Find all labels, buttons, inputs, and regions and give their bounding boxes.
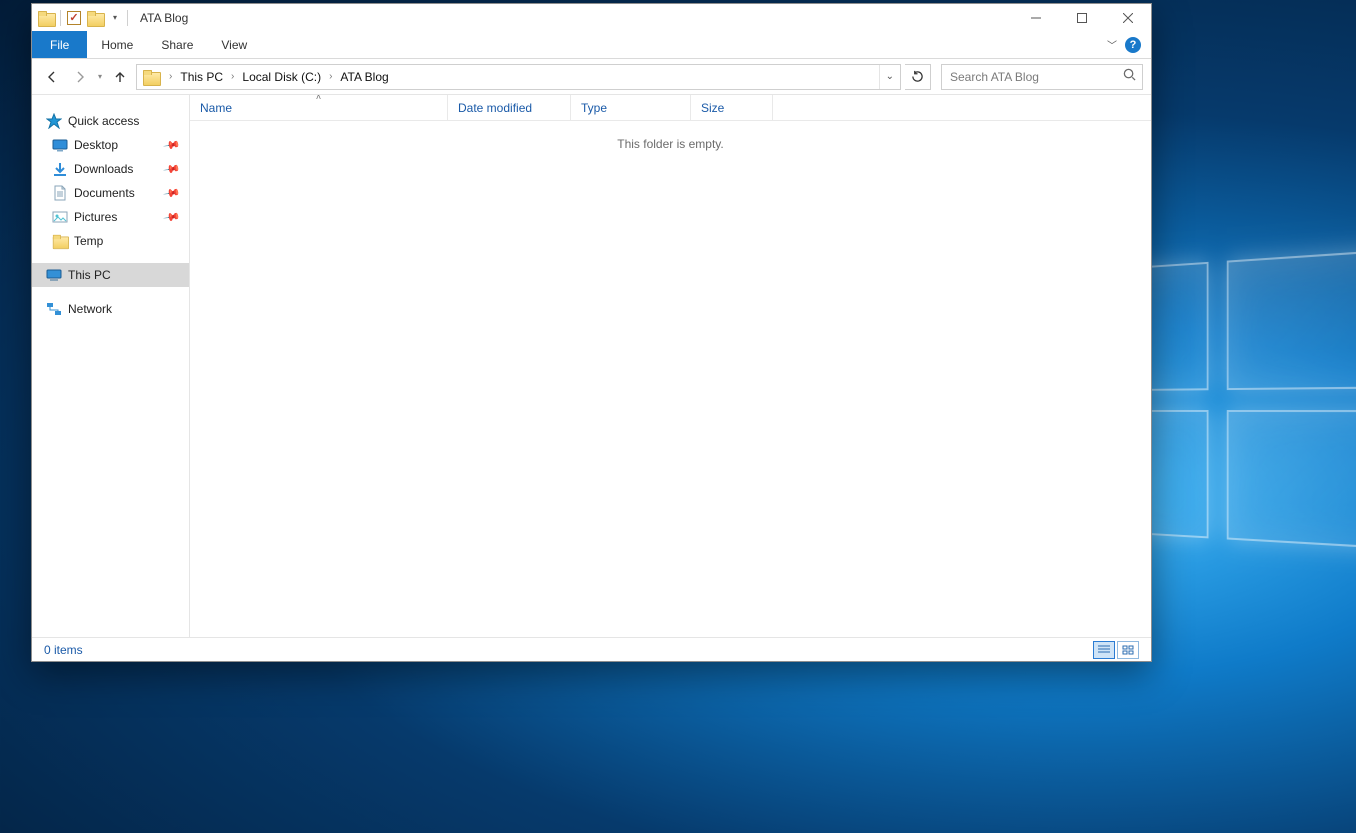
empty-folder-message: This folder is empty. (190, 121, 1151, 151)
sidebar-item-label: Desktop (74, 138, 118, 152)
refresh-button[interactable] (905, 64, 931, 90)
pin-icon: 📌 (163, 208, 182, 227)
document-icon (52, 185, 68, 201)
sidebar-item-temp[interactable]: Temp (32, 229, 189, 253)
separator (127, 10, 128, 26)
window-title: ATA Blog (134, 11, 188, 25)
network-icon (46, 301, 62, 317)
folder-icon (52, 233, 68, 249)
separator (60, 10, 61, 26)
search-box[interactable] (941, 64, 1143, 90)
sidebar-item-label: This PC (68, 268, 111, 282)
file-tab[interactable]: File (32, 31, 87, 58)
back-button[interactable] (40, 65, 64, 89)
recent-locations-dropdown[interactable]: ▾ (96, 72, 104, 81)
forward-button[interactable] (68, 65, 92, 89)
navigation-pane: Quick access Desktop 📌 Downloads 📌 Docum… (32, 95, 190, 637)
search-icon[interactable] (1116, 68, 1142, 86)
chevron-right-icon[interactable]: › (325, 71, 336, 82)
help-icon[interactable]: ? (1125, 37, 1141, 53)
close-button[interactable] (1105, 4, 1151, 31)
pictures-icon (52, 209, 68, 225)
tab-share[interactable]: Share (147, 31, 207, 58)
ribbon: File Home Share View ﹀ ? (32, 31, 1151, 59)
pin-icon: 📌 (163, 184, 182, 203)
details-view-button[interactable] (1093, 641, 1115, 659)
tab-view[interactable]: View (207, 31, 261, 58)
sidebar-item-desktop[interactable]: Desktop 📌 (32, 133, 189, 157)
column-size[interactable]: Size (691, 95, 773, 120)
sidebar-item-downloads[interactable]: Downloads 📌 (32, 157, 189, 181)
maximize-button[interactable] (1059, 4, 1105, 31)
up-button[interactable] (108, 65, 132, 89)
file-explorer-window: ✓ ▾ ATA Blog File Home Share View ﹀ ? ▾ … (31, 3, 1152, 662)
star-icon (46, 113, 62, 129)
address-folder-icon (143, 70, 159, 84)
pin-icon: 📌 (163, 136, 182, 155)
chevron-right-icon[interactable]: › (165, 71, 176, 82)
sidebar-network[interactable]: Network (32, 297, 189, 321)
large-icons-view-button[interactable] (1117, 641, 1139, 659)
desktop-icon (52, 137, 68, 153)
content-pane: Name ˄ Date modified Type Size This fold… (190, 95, 1151, 637)
column-headers: Name ˄ Date modified Type Size (190, 95, 1151, 121)
sort-ascending-icon: ˄ (316, 94, 321, 102)
download-icon (52, 161, 68, 177)
sidebar-item-label: Downloads (74, 162, 133, 176)
ribbon-expand-icon[interactable]: ﹀ (1107, 37, 1117, 52)
breadcrumb-this-pc[interactable]: This PC (176, 70, 227, 84)
column-name[interactable]: Name ˄ (190, 95, 448, 120)
nav-row: ▾ › This PC › Local Disk (C:) › ATA Blog… (32, 59, 1151, 94)
qat-customize-dropdown[interactable]: ▾ (109, 11, 121, 24)
column-date-modified[interactable]: Date modified (448, 95, 571, 120)
address-history-dropdown[interactable]: ⌄ (879, 65, 900, 89)
minimize-button[interactable] (1013, 4, 1059, 31)
titlebar[interactable]: ✓ ▾ ATA Blog (32, 4, 1151, 31)
qat-new-folder-icon[interactable] (87, 11, 103, 25)
address-bar[interactable]: › This PC › Local Disk (C:) › ATA Blog ⌄ (136, 64, 901, 90)
sidebar-item-label: Network (68, 302, 112, 316)
sidebar-this-pc[interactable]: This PC (32, 263, 189, 287)
this-pc-icon (46, 267, 62, 283)
chevron-right-icon[interactable]: › (227, 71, 238, 82)
column-type[interactable]: Type (571, 95, 691, 120)
breadcrumb-local-disk[interactable]: Local Disk (C:) (238, 70, 325, 84)
status-bar: 0 items (32, 637, 1151, 661)
breadcrumb-current[interactable]: ATA Blog (336, 70, 392, 84)
sidebar-item-label: Quick access (68, 114, 139, 128)
sidebar-item-label: Documents (74, 186, 135, 200)
qat-properties-icon[interactable]: ✓ (67, 11, 81, 25)
sidebar-item-documents[interactable]: Documents 📌 (32, 181, 189, 205)
tab-home[interactable]: Home (87, 31, 147, 58)
item-count: 0 items (44, 643, 83, 657)
sidebar-item-label: Temp (74, 234, 103, 248)
sidebar-item-pictures[interactable]: Pictures 📌 (32, 205, 189, 229)
sidebar-quick-access[interactable]: Quick access (32, 109, 189, 133)
sidebar-item-label: Pictures (74, 210, 117, 224)
column-label: Name (200, 101, 232, 115)
pin-icon: 📌 (163, 160, 182, 179)
search-input[interactable] (942, 70, 1116, 84)
app-folder-icon (38, 11, 54, 25)
